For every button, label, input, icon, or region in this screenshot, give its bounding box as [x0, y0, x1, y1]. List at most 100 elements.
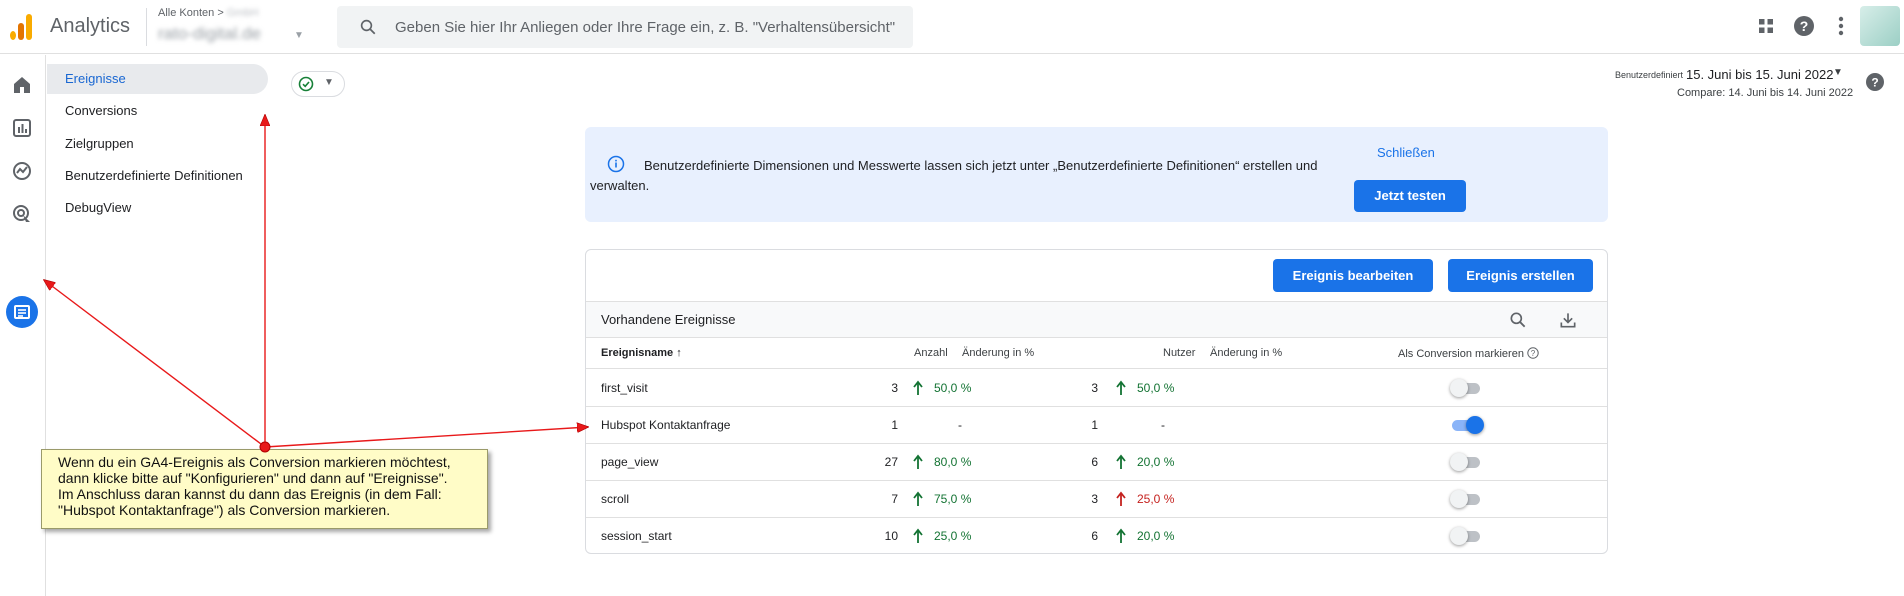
configure-icon[interactable]	[10, 300, 34, 324]
try-now-button[interactable]: Jetzt testen	[1354, 180, 1466, 212]
arrow-to-configure	[44, 280, 266, 448]
table-title: Vorhandene Ereignisse	[601, 312, 736, 327]
column-header-users-change[interactable]: Änderung in %	[1210, 347, 1282, 359]
arrow-up-icon	[1116, 454, 1126, 470]
event-count: 27	[884, 455, 898, 469]
event-count: 1	[891, 418, 898, 432]
users-change: 25,0 %	[1137, 492, 1175, 506]
download-icon[interactable]	[1558, 310, 1578, 330]
search-icon[interactable]	[1508, 310, 1528, 330]
help-outline-icon[interactable]: ?	[1527, 347, 1539, 359]
search-bar[interactable]: Geben Sie hier Ihr Anliegen oder Ihre Fr…	[337, 6, 913, 48]
date-range-picker[interactable]: 15. Juni bis 15. Juni 2022	[1686, 67, 1833, 82]
event-users: 3	[1091, 492, 1098, 506]
table-row[interactable]: page_view 27 80,0 % 6 20,0 %	[586, 444, 1607, 481]
analytics-logo[interactable]	[10, 12, 36, 40]
svg-text:?: ?	[1871, 76, 1878, 90]
column-header-name[interactable]: Ereignisname ↑	[601, 347, 682, 359]
event-users: 3	[1091, 381, 1098, 395]
event-name[interactable]: Hubspot Kontaktanfrage	[601, 418, 730, 432]
table-row[interactable]: Hubspot Kontaktanfrage 1 - 1 -	[586, 407, 1607, 444]
comparison-filter-chip[interactable]: ▼	[291, 71, 345, 97]
annotation-line: Wenn du ein GA4-Ereignis als Conversion …	[58, 454, 451, 470]
search-input[interactable]: Geben Sie hier Ihr Anliegen oder Ihre Fr…	[395, 19, 895, 36]
column-label: Als Conversion markieren	[1398, 348, 1524, 360]
left-nav-rail	[0, 55, 46, 596]
annotation-line: "Hubspot Kontaktanfrage") als Conversion…	[58, 502, 391, 518]
explore-icon[interactable]	[10, 159, 34, 183]
home-icon[interactable]	[10, 73, 34, 97]
arrow-to-hubspot-row	[264, 427, 588, 448]
ga4-events-screen: Analytics Alle Konten > GmbH rato-digital…	[0, 0, 1904, 596]
svg-text:?: ?	[1800, 18, 1809, 34]
table-row[interactable]: scroll 7 75,0 % 3 25,0 %	[586, 481, 1607, 518]
column-header-count[interactable]: Anzahl	[914, 347, 948, 359]
account-name-blurred: GmbH	[226, 7, 259, 19]
arrow-up-icon	[913, 380, 923, 396]
caret-down-icon[interactable]: ▼	[1833, 67, 1843, 78]
conversion-toggle[interactable]	[1450, 527, 1484, 545]
help-icon[interactable]: ?	[1865, 72, 1885, 92]
event-users: 6	[1091, 529, 1098, 543]
count-change: 25,0 %	[934, 529, 972, 543]
column-header-count-change[interactable]: Änderung in %	[962, 347, 1034, 359]
table-row[interactable]: first_visit 3 50,0 % 3 50,0 %	[586, 370, 1607, 407]
breadcrumb-all-accounts[interactable]: Alle Konten >	[158, 7, 224, 19]
avatar[interactable]	[1860, 6, 1900, 46]
nav-item-debugview[interactable]: DebugView	[47, 193, 268, 223]
column-label: Ereignisname	[601, 347, 674, 359]
table-row[interactable]: session_start 10 25,0 % 6 20,0 %	[586, 518, 1607, 555]
reports-icon[interactable]	[10, 116, 34, 140]
column-header-users[interactable]: Nutzer	[1163, 347, 1195, 359]
conversion-toggle[interactable]	[1450, 490, 1484, 508]
event-count: 7	[891, 492, 898, 506]
annotation-note: Wenn du ein GA4-Ereignis als Conversion …	[41, 449, 488, 529]
nav-item-zielgruppen[interactable]: Zielgruppen	[47, 129, 268, 159]
top-app-bar: Analytics Alle Konten > GmbH rato-digital…	[0, 0, 1904, 54]
count-change: -	[958, 418, 962, 432]
event-name[interactable]: scroll	[601, 492, 629, 506]
property-selector[interactable]: rato-digital.de	[158, 24, 261, 44]
close-banner-link[interactable]: Schließen	[1377, 145, 1435, 160]
table-header: Ereignisname ↑ Anzahl Änderung in % Nutz…	[586, 338, 1607, 369]
date-range-type: Benutzerdefiniert	[1614, 70, 1683, 80]
users-change: 20,0 %	[1137, 455, 1175, 469]
search-icon	[360, 19, 376, 35]
event-count: 3	[891, 381, 898, 395]
svg-text:?: ?	[1531, 349, 1536, 358]
event-name[interactable]: page_view	[601, 455, 658, 469]
users-change: -	[1161, 418, 1165, 432]
count-change: 75,0 %	[934, 492, 972, 506]
more-vert-icon[interactable]	[1829, 14, 1853, 38]
sort-ascending-icon: ↑	[676, 347, 682, 359]
nav-item-custom-definitions[interactable]: Benutzerdefinierte Definitionen	[47, 161, 268, 191]
apps-grid-icon[interactable]	[1754, 14, 1778, 38]
nav-item-ereignisse[interactable]: Ereignisse	[47, 64, 268, 94]
banner-text: Benutzerdefinierte Dimensionen und Messw…	[590, 158, 1318, 193]
edit-event-button[interactable]: Ereignis bearbeiten	[1273, 259, 1433, 292]
help-icon[interactable]: ?	[1792, 14, 1816, 38]
event-users: 6	[1091, 455, 1098, 469]
app-title[interactable]: Analytics	[50, 15, 130, 38]
event-name[interactable]: first_visit	[601, 381, 648, 395]
arrow-up-icon	[913, 491, 923, 507]
create-event-button[interactable]: Ereignis erstellen	[1448, 259, 1593, 292]
check-circle-icon	[298, 76, 314, 92]
arrow-up-icon	[1116, 528, 1126, 544]
account-breadcrumb[interactable]: Alle Konten > GmbH	[158, 7, 259, 19]
advertising-icon[interactable]	[10, 202, 34, 226]
caret-down-icon: ▼	[324, 77, 334, 88]
conversion-toggle[interactable]	[1450, 416, 1484, 434]
events-table-card: Ereignis bearbeiten Ereignis erstellen V…	[585, 249, 1608, 554]
nav-item-conversions[interactable]: Conversions	[47, 96, 268, 126]
conversion-toggle[interactable]	[1450, 453, 1484, 471]
arrow-up-icon	[913, 528, 923, 544]
divider	[146, 8, 147, 46]
caret-down-icon[interactable]: ▼	[294, 30, 304, 41]
conversion-toggle[interactable]	[1450, 379, 1484, 397]
event-name[interactable]: session_start	[601, 529, 672, 543]
event-count: 10	[884, 529, 898, 543]
date-compare-text: Compare: 14. Juni bis 14. Juni 2022	[1677, 87, 1854, 99]
arrow-down-icon	[1116, 491, 1126, 507]
users-change: 50,0 %	[1137, 381, 1175, 395]
